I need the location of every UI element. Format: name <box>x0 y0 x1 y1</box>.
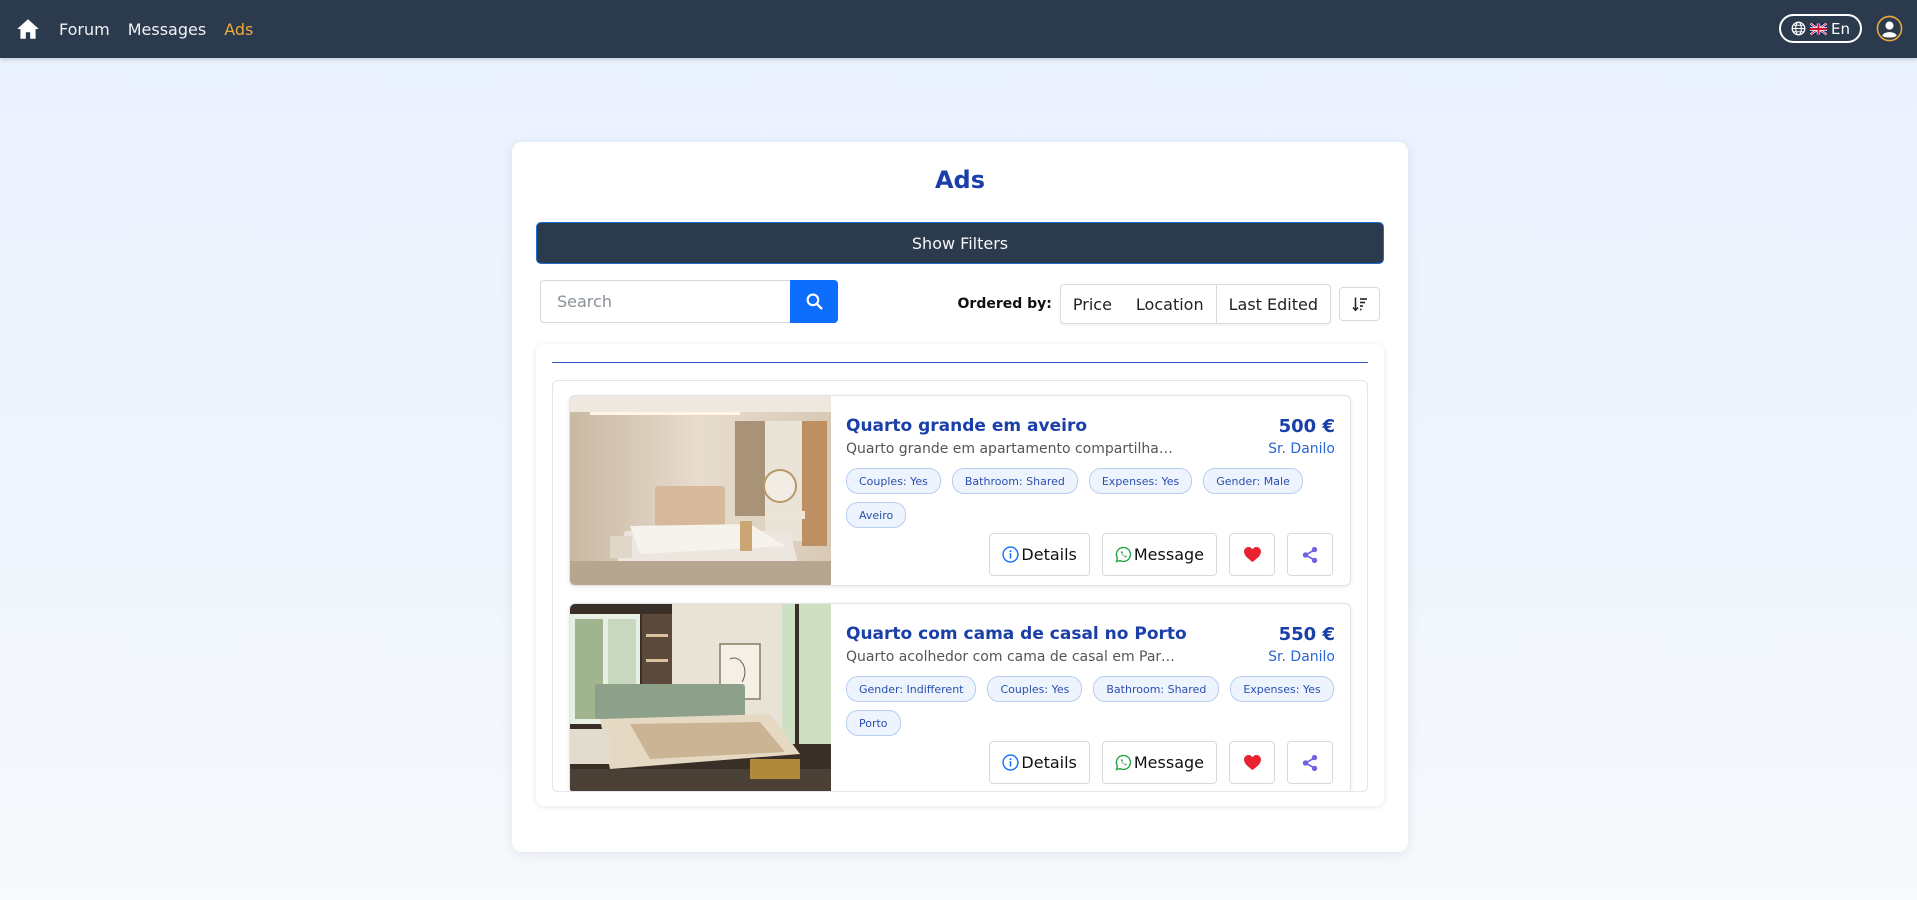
ad-tag: Expenses: Yes <box>1088 468 1193 494</box>
top-navbar: Forum Messages Ads En <box>0 0 1917 58</box>
search-input[interactable] <box>540 280 790 323</box>
favorite-button[interactable] <box>1229 533 1275 576</box>
ad-tags: Gender: Indifferent Couples: Yes Bathroo… <box>846 676 1336 736</box>
message-button[interactable]: Message <box>1101 533 1217 576</box>
ad-photo[interactable] <box>570 604 831 792</box>
ads-card: Ads Show Filters Ordered by: Price Locat… <box>512 142 1408 852</box>
details-button[interactable]: Details <box>989 741 1090 784</box>
order-option-price[interactable]: Price <box>1061 285 1124 323</box>
ad-author[interactable]: Sr. Danilo <box>1268 649 1335 665</box>
ad-tag: Bathroom: Shared <box>951 468 1078 494</box>
ad-description: Quarto acolhedor com cama de casal em Pa… <box>846 649 1176 665</box>
message-label: Message <box>1133 545 1204 564</box>
message-label: Message <box>1133 753 1204 772</box>
navbar-right: En <box>1779 14 1903 43</box>
ad-tag: Couples: Yes <box>846 468 941 494</box>
details-label: Details <box>1021 753 1077 772</box>
info-icon <box>1002 754 1020 771</box>
order-controls: Ordered by: Price Location Last Edited <box>958 284 1380 324</box>
ad-title[interactable]: Quarto com cama de casal no Porto <box>846 624 1187 644</box>
ad-tag-location: Aveiro <box>846 502 907 528</box>
ads-list[interactable]: Quarto grande em aveiro Quarto grande em… <box>552 380 1368 792</box>
search-bar <box>540 280 838 323</box>
info-icon <box>1002 546 1020 563</box>
search-button[interactable] <box>790 280 838 323</box>
ad-tag: Bathroom: Shared <box>1093 676 1220 702</box>
ad-description: Quarto grande em apartamento compartilha… <box>846 441 1176 457</box>
message-button[interactable]: Message <box>1101 741 1217 784</box>
ad-tags: Couples: Yes Bathroom: Shared Expenses: … <box>846 468 1336 528</box>
ad-tag: Gender: Indifferent <box>846 676 977 702</box>
heart-icon <box>1243 754 1261 771</box>
share-button[interactable] <box>1287 533 1333 576</box>
ad-card[interactable]: Quarto com cama de casal no Porto Quarto… <box>569 603 1351 792</box>
share-button[interactable] <box>1287 741 1333 784</box>
order-option-last-edited[interactable]: Last Edited <box>1215 285 1330 323</box>
show-filters-button[interactable]: Show Filters <box>536 222 1384 264</box>
order-option-location[interactable]: Location <box>1124 285 1216 323</box>
ad-price: 500 € <box>1278 416 1335 437</box>
heart-icon <box>1243 546 1261 563</box>
share-icon <box>1302 754 1318 771</box>
user-circle-icon[interactable] <box>1876 15 1903 42</box>
share-icon <box>1302 546 1318 563</box>
ads-list-panel: Quarto grande em aveiro Quarto grande em… <box>536 344 1384 806</box>
globe-icon <box>1791 21 1806 36</box>
language-button[interactable]: En <box>1779 14 1862 43</box>
nav-link-messages[interactable]: Messages <box>128 20 206 39</box>
ad-tag: Gender: Male <box>1203 468 1303 494</box>
favorite-button[interactable] <box>1229 741 1275 784</box>
page-title: Ads <box>934 166 986 194</box>
ad-actions: Details Message <box>989 741 1333 784</box>
search-icon <box>806 293 823 310</box>
ordered-by-label: Ordered by: <box>957 296 1052 312</box>
order-options: Price Location Last Edited <box>1059 284 1331 324</box>
home-icon[interactable] <box>15 16 41 42</box>
ad-actions: Details Message <box>989 533 1333 576</box>
details-label: Details <box>1021 545 1077 564</box>
ad-tag: Expenses: Yes <box>1230 676 1334 702</box>
ad-title[interactable]: Quarto grande em aveiro <box>846 416 1087 436</box>
language-label: En <box>1831 19 1850 38</box>
whatsapp-icon <box>1115 754 1132 771</box>
nav-link-ads[interactable]: Ads <box>224 20 253 39</box>
ad-tag-location: Porto <box>846 710 901 736</box>
list-divider <box>552 362 1368 363</box>
ad-price: 550 € <box>1278 624 1335 645</box>
whatsapp-icon <box>1115 546 1132 563</box>
sort-desc-icon <box>1351 297 1367 312</box>
sort-direction-button[interactable] <box>1339 287 1380 321</box>
nav-link-forum[interactable]: Forum <box>59 20 110 39</box>
uk-flag-icon <box>1810 22 1828 35</box>
details-button[interactable]: Details <box>989 533 1090 576</box>
ad-card[interactable]: Quarto grande em aveiro Quarto grande em… <box>569 395 1351 586</box>
ad-tag: Couples: Yes <box>987 676 1083 702</box>
ad-author[interactable]: Sr. Danilo <box>1268 441 1335 457</box>
ad-photo[interactable] <box>570 396 831 586</box>
